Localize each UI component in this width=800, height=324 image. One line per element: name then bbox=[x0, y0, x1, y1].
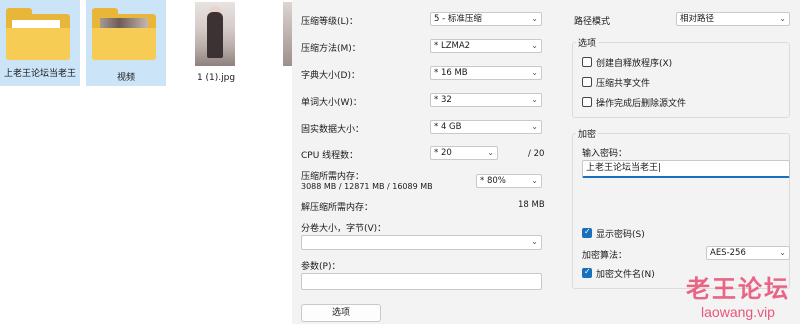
parameters-label: 参数(P)： bbox=[301, 262, 341, 272]
memory-decompress-label: 解压缩所需内存： bbox=[301, 203, 374, 213]
chevron-down-icon: ⌄ bbox=[531, 237, 538, 246]
chevron-down-icon: ⌄ bbox=[531, 95, 538, 104]
split-volume-combo[interactable]: ⌄ bbox=[301, 235, 542, 250]
password-input[interactable]: 上老王论坛当老王| bbox=[582, 160, 790, 178]
watermark-url: laowang.vip bbox=[701, 304, 775, 320]
chevron-down-icon: ⌄ bbox=[531, 14, 538, 23]
chevron-down-icon: ⌄ bbox=[779, 14, 786, 23]
compression-level-value: 5 - 标准压缩 bbox=[434, 14, 482, 24]
shared-files-checkbox[interactable] bbox=[582, 77, 592, 87]
dictionary-size-select[interactable]: * 16 MB ⌄ bbox=[430, 66, 542, 80]
parameters-input[interactable] bbox=[301, 273, 542, 290]
file-explorer: 上老王论坛当老王 视频 1 (1).jpg bbox=[0, 0, 292, 324]
folder-icon bbox=[92, 8, 156, 60]
encrypt-names-checkbox[interactable] bbox=[582, 267, 592, 278]
word-size-select[interactable]: * 32 ⌄ bbox=[430, 93, 542, 107]
cpu-threads-select[interactable]: * 20 ⌄ bbox=[430, 146, 498, 160]
password-label: 输入密码： bbox=[582, 149, 628, 159]
options-button[interactable]: 选项 bbox=[301, 304, 381, 322]
memory-compress-label: 压缩所需内存： bbox=[301, 172, 365, 182]
shared-files-label: 压缩共享文件 bbox=[596, 79, 651, 89]
memory-usage-select[interactable]: * 80% ⌄ bbox=[476, 174, 542, 188]
show-password-label: 显示密码(S) bbox=[596, 230, 645, 240]
path-mode-label: 路径模式 bbox=[574, 17, 611, 27]
cpu-threads-value: * 20 bbox=[434, 148, 452, 158]
chevron-down-icon: ⌄ bbox=[779, 248, 786, 257]
image-file-label: 1 (1).jpg bbox=[196, 73, 236, 83]
compression-level-label: 压缩等级(L)： bbox=[301, 17, 359, 27]
cpu-threads-max: / 20 bbox=[528, 149, 545, 159]
encrypt-names-label: 加密文件名(N) bbox=[596, 270, 655, 280]
image-thumbnail[interactable] bbox=[195, 2, 235, 66]
sfx-checkbox[interactable] bbox=[582, 57, 592, 67]
delete-after-label: 操作完成后删除源文件 bbox=[596, 99, 687, 109]
chevron-down-icon: ⌄ bbox=[531, 122, 538, 131]
folder-label: 上老王论坛当老王 bbox=[4, 69, 77, 79]
chevron-down-icon: ⌄ bbox=[531, 176, 538, 185]
cpu-threads-label: CPU 线程数： bbox=[301, 151, 359, 161]
sfx-label: 创建自释放程序(X) bbox=[596, 59, 673, 69]
chevron-down-icon: ⌄ bbox=[487, 148, 494, 157]
show-password-checkbox[interactable] bbox=[582, 227, 592, 238]
split-volume-label: 分卷大小，字节(V)： bbox=[301, 224, 387, 234]
encryption-method-value: AES-256 bbox=[710, 248, 746, 258]
watermark-title: 老王论坛 bbox=[686, 274, 790, 303]
solid-block-select[interactable]: * 4 GB ⌄ bbox=[430, 120, 542, 134]
path-mode-value: 相对路径 bbox=[680, 14, 715, 24]
chevron-down-icon: ⌄ bbox=[531, 41, 538, 50]
solid-block-label: 固实数据大小： bbox=[301, 125, 365, 135]
folder-item-video[interactable]: 视频 bbox=[86, 0, 166, 86]
compression-level-select[interactable]: 5 - 标准压缩 ⌄ bbox=[430, 12, 542, 26]
solid-block-value: * 4 GB bbox=[434, 122, 462, 132]
folder-icon bbox=[6, 8, 70, 60]
word-size-value: * 32 bbox=[434, 95, 452, 105]
options-group-title: 选项 bbox=[576, 36, 599, 49]
memory-usage-value: * 80% bbox=[480, 176, 506, 186]
encryption-method-label: 加密算法： bbox=[582, 251, 628, 261]
encryption-method-select[interactable]: AES-256 ⌄ bbox=[706, 246, 790, 260]
memory-compress-detail: 3088 MB / 12871 MB / 16089 MB bbox=[301, 182, 433, 191]
dictionary-size-label: 字典大小(D)： bbox=[301, 71, 360, 81]
compression-method-select[interactable]: * LZMA2 ⌄ bbox=[430, 39, 542, 53]
compression-method-value: * LZMA2 bbox=[434, 41, 471, 51]
watermark: 老王论坛 laowang.vip bbox=[686, 269, 790, 320]
folder-item[interactable]: 上老王论坛当老王 bbox=[0, 0, 80, 86]
chevron-down-icon: ⌄ bbox=[531, 68, 538, 77]
path-mode-select[interactable]: 相对路径 ⌄ bbox=[676, 12, 790, 26]
memory-decompress-value: 18 MB bbox=[518, 200, 545, 210]
image-thumbnail-partial[interactable] bbox=[283, 2, 292, 66]
word-size-label: 单词大小(W)： bbox=[301, 98, 362, 108]
folder-label: 视频 bbox=[116, 73, 135, 83]
delete-after-checkbox[interactable] bbox=[582, 97, 592, 107]
dictionary-size-value: * 16 MB bbox=[434, 68, 468, 78]
compression-method-label: 压缩方法(M)： bbox=[301, 44, 361, 54]
encryption-group-title: 加密 bbox=[576, 127, 599, 140]
